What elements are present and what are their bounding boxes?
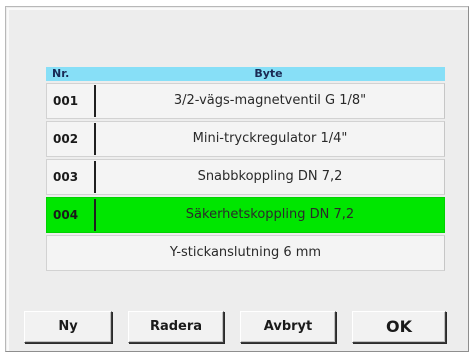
row-number: 002 xyxy=(53,132,79,146)
table-row-002[interactable]: 002 Mini-tryckregulator 1/4" xyxy=(46,121,445,157)
dialog-window: Nr. Byte 001 3/2-vägs-magnetventil G 1/8… xyxy=(5,6,469,352)
delete-button[interactable]: Radera xyxy=(128,311,224,343)
new-button[interactable]: Ny xyxy=(24,311,112,343)
table-header: Nr. Byte xyxy=(46,67,445,81)
row-label: 3/2-vägs-magnetventil G 1/8" xyxy=(173,93,367,108)
table-row-004-selected[interactable]: 004 Säkerhetskoppling DN 7,2 xyxy=(46,197,445,233)
row-number: 001 xyxy=(53,94,79,108)
table-row-003[interactable]: 003 Snabbkoppling DN 7,2 xyxy=(46,159,445,195)
ok-button[interactable]: OK xyxy=(352,311,446,343)
header-nr: Nr. xyxy=(52,67,70,80)
row-label: Mini-tryckregulator 1/4" xyxy=(192,131,348,146)
row-label: Säkerhetskoppling DN 7,2 xyxy=(185,207,355,222)
row-number: 004 xyxy=(53,208,79,222)
row-label: Snabbkoppling DN 7,2 xyxy=(197,169,343,184)
row-number: 003 xyxy=(53,170,79,184)
table-row-001[interactable]: 001 3/2-vägs-magnetventil G 1/8" xyxy=(46,83,445,119)
table-row-unnumbered[interactable]: Y-stickanslutning 6 mm xyxy=(46,235,445,271)
item-table: Nr. Byte 001 3/2-vägs-magnetventil G 1/8… xyxy=(46,67,445,271)
cancel-button[interactable]: Avbryt xyxy=(240,311,336,343)
header-byte: Byte xyxy=(254,67,283,80)
row-label: Y-stickanslutning 6 mm xyxy=(169,245,322,260)
